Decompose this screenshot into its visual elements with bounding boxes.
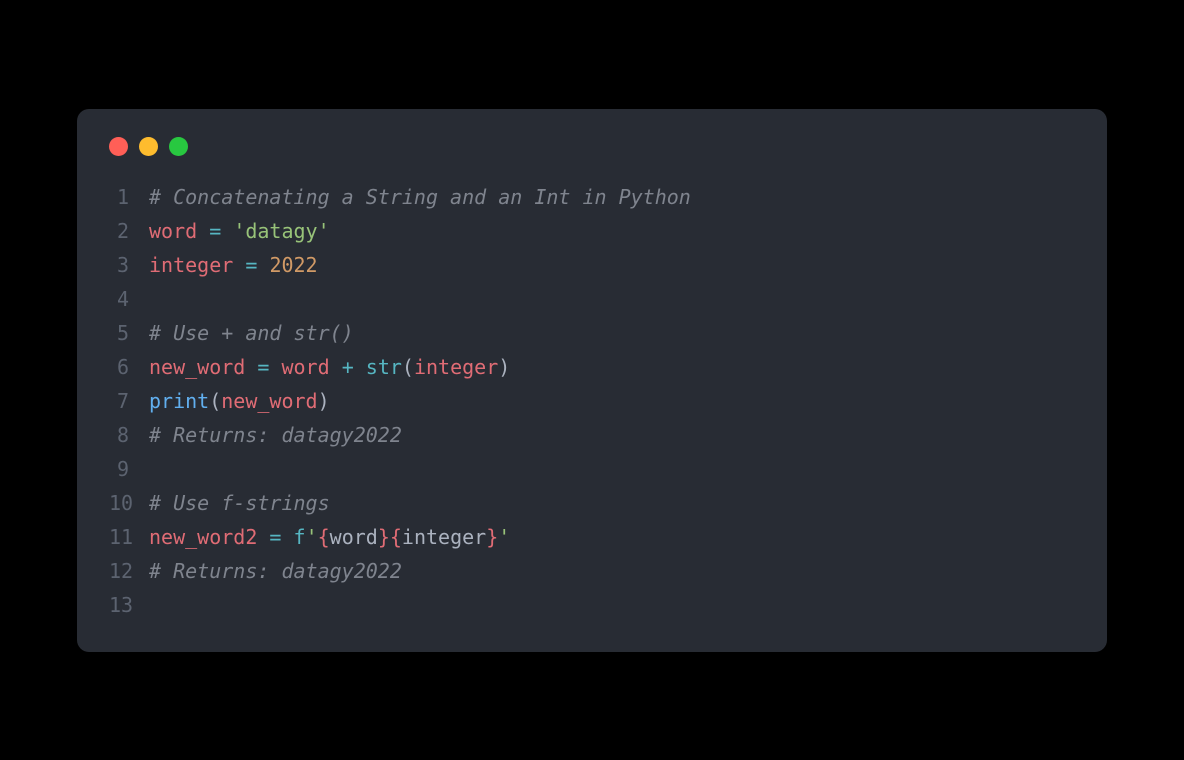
code-line: 4 <box>109 282 1075 316</box>
line-number: 9 <box>109 452 149 486</box>
line-number: 6 <box>109 350 149 384</box>
minimize-icon[interactable] <box>139 137 158 156</box>
code-line: 5 # Use + and str() <box>109 316 1075 350</box>
line-content: # Use + and str() <box>149 316 354 350</box>
line-number: 4 <box>109 282 149 316</box>
line-number: 1 <box>109 180 149 214</box>
code-line: 9 <box>109 452 1075 486</box>
line-content: new_word = word + str(integer) <box>149 350 510 384</box>
line-content: # Returns: datagy2022 <box>149 418 402 452</box>
code-editor-window: 1 # Concatenating a String and an Int in… <box>77 109 1107 652</box>
line-number: 12 <box>109 554 149 588</box>
code-area[interactable]: 1 # Concatenating a String and an Int in… <box>77 180 1107 622</box>
code-line: 7 print(new_word) <box>109 384 1075 418</box>
code-line: 8 # Returns: datagy2022 <box>109 418 1075 452</box>
line-number: 10 <box>109 486 149 520</box>
maximize-icon[interactable] <box>169 137 188 156</box>
code-line: 6 new_word = word + str(integer) <box>109 350 1075 384</box>
code-line: 12 # Returns: datagy2022 <box>109 554 1075 588</box>
code-line: 11 new_word2 = f'{word}{integer}' <box>109 520 1075 554</box>
line-number: 11 <box>109 520 149 554</box>
line-number: 8 <box>109 418 149 452</box>
line-content: # Use f-strings <box>149 486 330 520</box>
line-content: integer = 2022 <box>149 248 318 282</box>
code-line: 1 # Concatenating a String and an Int in… <box>109 180 1075 214</box>
line-content: word = 'datagy' <box>149 214 330 248</box>
line-number: 3 <box>109 248 149 282</box>
line-content: # Concatenating a String and an Int in P… <box>149 180 691 214</box>
line-number: 7 <box>109 384 149 418</box>
line-number: 13 <box>109 588 149 622</box>
line-number: 5 <box>109 316 149 350</box>
code-line: 10 # Use f-strings <box>109 486 1075 520</box>
line-content: new_word2 = f'{word}{integer}' <box>149 520 510 554</box>
close-icon[interactable] <box>109 137 128 156</box>
line-content: print(new_word) <box>149 384 330 418</box>
code-line: 3 integer = 2022 <box>109 248 1075 282</box>
traffic-lights <box>77 133 1107 180</box>
line-content: # Returns: datagy2022 <box>149 554 402 588</box>
code-line: 2 word = 'datagy' <box>109 214 1075 248</box>
code-line: 13 <box>109 588 1075 622</box>
line-number: 2 <box>109 214 149 248</box>
